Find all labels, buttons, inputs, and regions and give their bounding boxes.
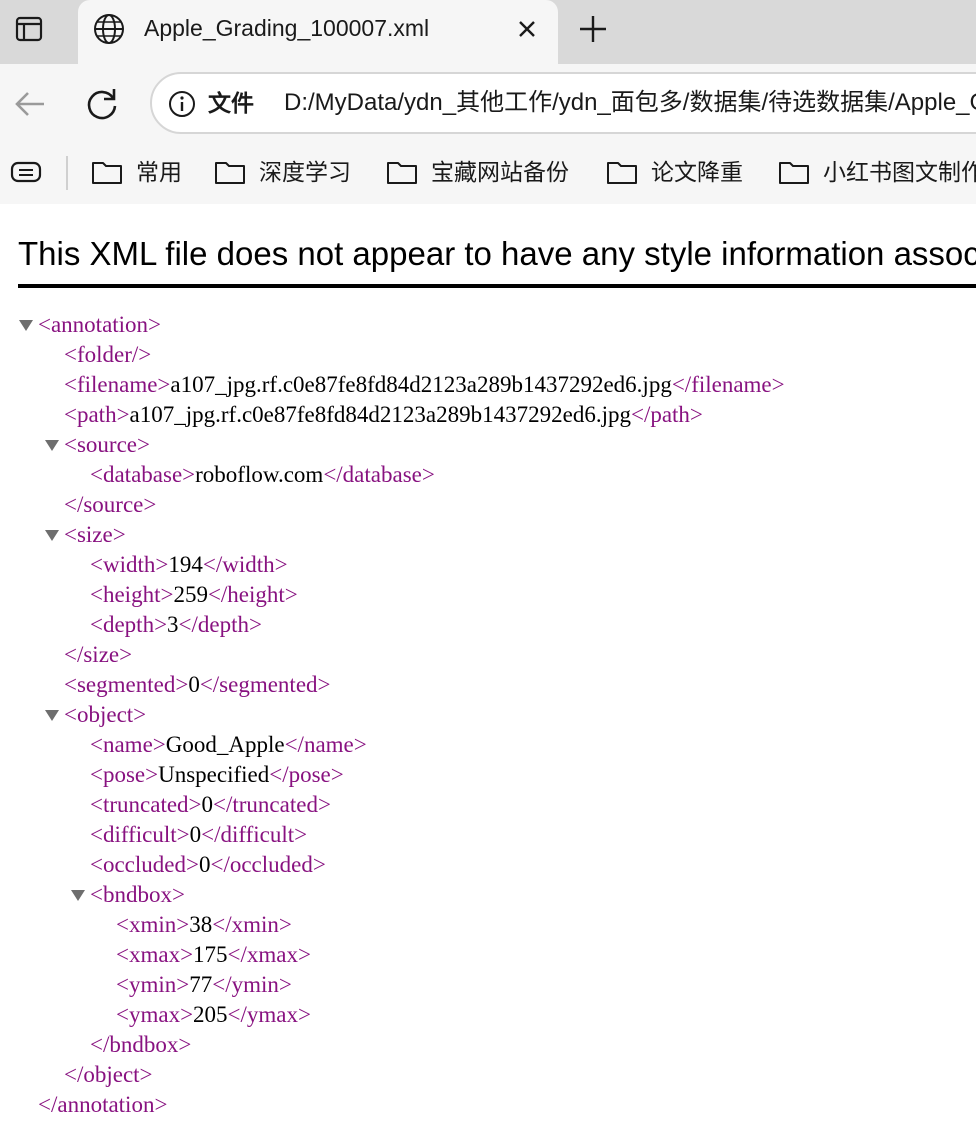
collapse-triangle-icon[interactable] (18, 318, 34, 332)
xml-tag: </bndbox> (90, 1032, 192, 1057)
bookmark-label: 深度学习 (259, 159, 351, 185)
xml-tag: <pose> (90, 762, 159, 787)
xml-tag: <depth> (90, 612, 168, 637)
xml-value: 38 (189, 912, 213, 937)
xml-tag: </xmax> (227, 942, 311, 967)
xml-value: Good_Apple (165, 732, 285, 757)
xml-value: 0 (189, 822, 202, 847)
xml-tag: </difficult> (201, 822, 308, 847)
xml-tag: <source> (64, 432, 150, 457)
xml-tag: <xmin> (116, 912, 190, 937)
xml-tag: <width> (90, 552, 169, 577)
folder-icon (92, 162, 122, 184)
tab-active[interactable]: Apple_Grading_100007.xml (78, 0, 558, 64)
folder-icon (779, 162, 809, 184)
xml-tag: <segmented> (64, 672, 189, 697)
bookmark-label: 小红书图文制作 (823, 159, 976, 185)
folder-icon (387, 162, 417, 184)
collapse-triangle-icon[interactable] (44, 708, 60, 722)
xml-info-banner: This XML file does not appear to have an… (18, 228, 976, 288)
xml-value: 259 (173, 582, 208, 607)
xml-tag: </height> (207, 582, 298, 607)
xml-tag: </size> (64, 642, 133, 667)
folder-icon (215, 162, 245, 184)
xml-value: 205 (193, 1002, 228, 1027)
back-icon[interactable] (10, 84, 50, 124)
xml-tag: <truncated> (90, 792, 202, 817)
xml-tag: </xmin> (212, 912, 292, 937)
page-content: This XML file does not appear to have an… (0, 204, 976, 1136)
xml-tag: <height> (90, 582, 174, 607)
close-icon[interactable] (514, 16, 540, 42)
tab-title: Apple_Grading_100007.xml (144, 15, 430, 41)
bookmark-label: 论文降重 (651, 159, 743, 185)
bookmarks-menu-icon[interactable] (10, 158, 44, 188)
url-text[interactable]: D:/MyData/ydn_其他工作/ydn_面包多/数据集/待选数据集/App… (284, 87, 976, 119)
xml-value: a107_jpg.rf.c0e87fe8fd84d2123a289b143729… (129, 402, 631, 427)
xml-value: 0 (188, 672, 200, 697)
bookmark-label: 常用 (136, 159, 182, 185)
xml-tag: <path> (64, 402, 130, 427)
xml-tag: <folder/> (64, 342, 152, 367)
xml-value: roboflow.com (195, 462, 324, 487)
xml-tag: <annotation> (38, 312, 162, 337)
xml-value: 3 (167, 612, 179, 637)
xml-tag: <ymax> (116, 1002, 194, 1027)
xml-tag: <object> (64, 702, 147, 727)
xml-tag: <name> (90, 732, 166, 757)
xml-tag: </ymax> (227, 1002, 311, 1027)
bookmarks-bar: 常用 深度学习 宝藏网站备份 论文降重 小红书图文制作 (0, 144, 976, 204)
reload-icon[interactable] (82, 84, 122, 124)
address-bar[interactable]: 文件 D:/MyData/ydn_其他工作/ydn_面包多/数据集/待选数据集/… (150, 72, 976, 134)
xml-value: 0 (198, 852, 211, 877)
banner-text: This XML file does not appear to have an… (18, 235, 976, 272)
bookmark-label: 宝藏网站备份 (431, 159, 569, 185)
xml-tag: <difficult> (90, 822, 190, 847)
toolbar: 文件 D:/MyData/ydn_其他工作/ydn_面包多/数据集/待选数据集/… (0, 64, 976, 144)
xml-value: 175 (193, 942, 228, 967)
xml-tag: <database> (90, 462, 196, 487)
tab-strip: Apple_Grading_100007.xml (0, 0, 976, 64)
xml-tag: </path> (630, 402, 703, 427)
xml-tag: </width> (202, 552, 288, 577)
xml-tag: </ymin> (212, 972, 292, 997)
xml-tag: </source> (64, 492, 157, 517)
xml-value: Unspecified (158, 762, 270, 787)
xml-tag: </truncated> (213, 792, 331, 817)
xml-tag: </filename> (671, 372, 785, 397)
xml-value: 77 (189, 972, 213, 997)
info-icon[interactable] (168, 90, 196, 118)
new-tab-icon[interactable] (576, 12, 610, 46)
xml-tag: <filename> (64, 372, 171, 397)
xml-tag: </pose> (269, 762, 344, 787)
bookmarks-divider (66, 156, 68, 190)
security-label[interactable]: 文件 (208, 87, 254, 119)
xml-tag: <bndbox> (90, 882, 185, 907)
xml-tag: <occluded> (90, 852, 199, 877)
collapse-triangle-icon[interactable] (44, 528, 60, 542)
xml-tag: </database> (323, 462, 435, 487)
xml-value: 0 (201, 792, 214, 817)
folder-icon (607, 162, 637, 184)
xml-tag: <size> (64, 522, 126, 547)
xml-tag: </occluded> (210, 852, 326, 877)
xml-tag: </annotation> (38, 1092, 168, 1117)
xml-tag: </name> (284, 732, 367, 757)
xml-tag: </segmented> (199, 672, 331, 697)
xml-tag: </depth> (178, 612, 262, 637)
collapse-triangle-icon[interactable] (44, 438, 60, 452)
globe-icon (94, 14, 124, 44)
xml-value: 194 (168, 552, 203, 577)
tab-actions-icon[interactable] (14, 14, 44, 44)
xml-tag: <xmax> (116, 942, 194, 967)
xml-tag: </object> (64, 1062, 153, 1087)
xml-tag: <ymin> (116, 972, 190, 997)
xml-value: a107_jpg.rf.c0e87fe8fd84d2123a289b143729… (170, 372, 672, 397)
collapse-triangle-icon[interactable] (70, 888, 86, 902)
